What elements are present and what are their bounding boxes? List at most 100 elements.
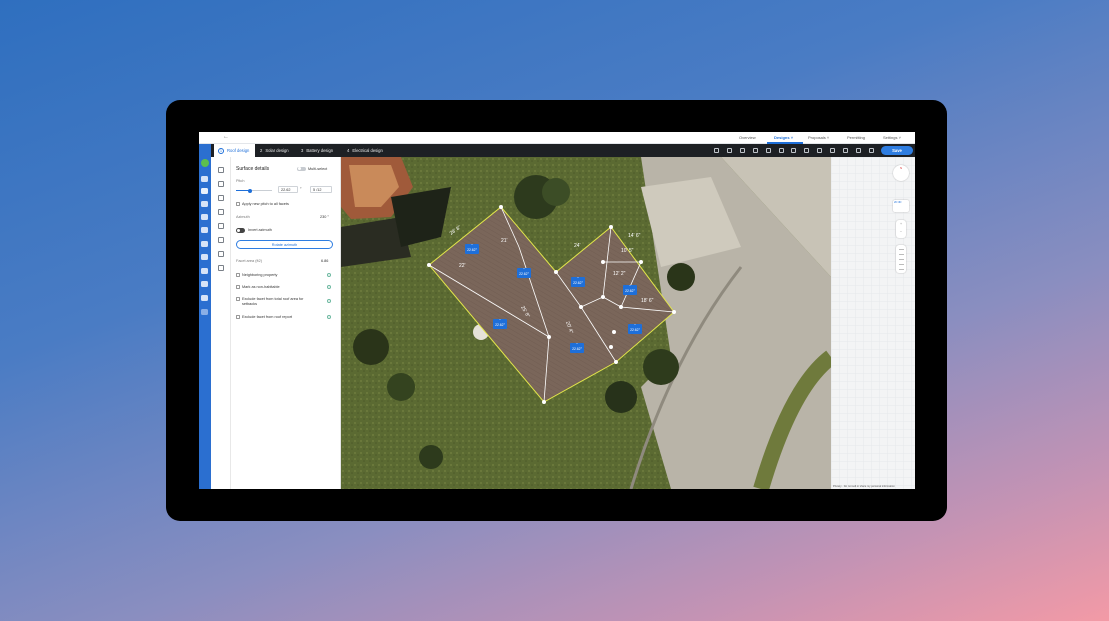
circle-icon[interactable] (218, 237, 224, 243)
facet-pitch-badge[interactable]: 22.62° (570, 340, 584, 353)
dashboard-icon[interactable] (201, 176, 208, 182)
edge-label: 14' 6" (628, 233, 641, 239)
view-3d[interactable]: 3D (898, 201, 901, 204)
level-line (898, 259, 904, 260)
apply-pitch-checkbox[interactable] (236, 202, 240, 206)
info-icon[interactable] (327, 285, 331, 289)
multiselect-label: Multi-select (308, 166, 328, 171)
nav-settings[interactable]: Settings ˅ (883, 135, 901, 140)
view-mode-toggle[interactable]: 2D 3D (893, 200, 909, 212)
neighboring-property-checkbox[interactable] (236, 273, 240, 277)
step-number: 2 (260, 148, 263, 153)
avatar[interactable] (200, 159, 209, 167)
map-attribution[interactable]: Privacy · Do not sell or share my person… (833, 485, 895, 488)
target-icon[interactable] (739, 148, 745, 153)
chart-icon[interactable] (201, 227, 208, 233)
info-icon[interactable] (327, 315, 331, 319)
camera-icon[interactable] (804, 148, 810, 153)
pitch-label: Pitch (236, 179, 245, 183)
exclude-report-checkbox[interactable] (236, 315, 240, 319)
ruler-icon[interactable] (830, 148, 836, 153)
files-icon[interactable] (201, 254, 208, 260)
nav-designs[interactable]: Designs ˅ (774, 135, 793, 140)
zoom-in-button[interactable]: + (896, 220, 906, 228)
step-label: Roof design (227, 148, 250, 153)
projects-icon[interactable] (201, 188, 208, 194)
pitch-degrees-input[interactable]: 22.62 (278, 186, 298, 193)
edge-label: 12' 2" (613, 271, 626, 277)
rotate-azimuth-button[interactable]: Rotate azimuth (236, 240, 333, 249)
zoom-out-button[interactable]: − (896, 228, 906, 236)
azimuth-value[interactable]: 230 ° (320, 215, 329, 219)
step-label: Electrical design (352, 148, 383, 153)
nav-permitting[interactable]: Permitting (847, 135, 865, 140)
facet-pitch-badge[interactable]: 22.62° (517, 265, 531, 278)
edge-label: 24' (574, 243, 581, 249)
users-icon[interactable] (201, 214, 208, 220)
redo-icon[interactable] (778, 148, 784, 153)
delete-icon[interactable] (791, 148, 797, 153)
polygon-icon[interactable] (218, 181, 224, 187)
nav-settings-label: Settings (883, 135, 898, 140)
tree-icon[interactable] (218, 251, 224, 257)
nav-overview[interactable]: Overview (739, 135, 756, 140)
app-window: ← Overview Designs ˅ Proposals ˅ Permitt… (199, 132, 915, 489)
step-number: 3 (301, 148, 304, 153)
facet-pitch-badge[interactable]: 22.62° (628, 321, 642, 334)
chevron-down-icon: ˅ (790, 135, 794, 140)
facet-pitch-badge[interactable]: 22.62° (465, 241, 479, 254)
facet-pitch-badge[interactable]: 22.62° (571, 274, 585, 287)
grid-icon[interactable] (868, 148, 874, 153)
calendar-icon[interactable] (201, 201, 208, 207)
move-icon[interactable] (726, 148, 732, 153)
pitch-ratio-input[interactable]: 5 /12 (310, 186, 332, 193)
split-icon[interactable] (218, 209, 224, 215)
aerial-map[interactable]: 28' 8" 22' 21' 24' 14' 6" 12' 2" 18' 6" … (341, 157, 831, 489)
view-2d[interactable]: 2D (894, 201, 897, 204)
edge-label: 18' 6" (641, 298, 654, 304)
pitch-slider[interactable] (236, 188, 272, 193)
step-battery-design[interactable]: 3 Battery design (301, 148, 333, 153)
step-solar-design[interactable]: 2 Solar design (260, 148, 289, 153)
report-icon[interactable] (201, 281, 208, 287)
info-icon[interactable] (327, 299, 331, 303)
more-icon[interactable] (201, 309, 208, 315)
invert-azimuth-toggle[interactable] (236, 228, 245, 233)
pencil-icon[interactable] (218, 167, 224, 173)
option-label: Exclude facet from roof report (242, 315, 293, 319)
layer-levels-control[interactable] (896, 245, 906, 273)
facet-pitch-badge[interactable]: 22.62° (623, 282, 637, 295)
compass-control[interactable]: N (893, 165, 909, 181)
multiselect-toggle[interactable] (297, 166, 306, 171)
rectangle-icon[interactable] (218, 195, 224, 201)
step-label: Battery design (306, 148, 334, 153)
save-button[interactable]: Save (881, 146, 913, 155)
layers-icon[interactable] (714, 148, 719, 153)
document-icon[interactable] (201, 241, 208, 247)
edge-label: 10' 5" (621, 248, 634, 254)
exclude-setbacks-checkbox[interactable] (236, 297, 240, 301)
chat-icon[interactable] (817, 148, 823, 153)
step-label: Solar design (265, 148, 289, 153)
facet-area-label: Facet area (ft2) (236, 259, 262, 263)
obstruction-icon[interactable] (218, 223, 224, 229)
canvas-controls-area: N 2D 3D + − Privacy · Do not sell or sha… (831, 157, 915, 489)
step-roof-design[interactable]: 1 Roof design (214, 144, 256, 157)
pitch-slider-thumb[interactable] (247, 188, 252, 193)
inbox-icon[interactable] (201, 268, 208, 274)
non-habitable-checkbox[interactable] (236, 285, 240, 289)
settings-icon[interactable] (201, 295, 208, 301)
undo-icon[interactable] (765, 148, 771, 153)
zoom-control: + − (896, 220, 906, 238)
step-electrical-design[interactable]: 4 Electrical design (347, 148, 383, 153)
download-icon[interactable] (843, 148, 848, 153)
nav-proposals[interactable]: Proposals ˅ (808, 135, 829, 140)
monitor-icon[interactable] (218, 265, 224, 271)
eye-icon[interactable] (752, 148, 758, 153)
invert-azimuth-label: Invert azimuth (248, 228, 272, 232)
level-line (898, 249, 904, 250)
facet-pitch-badge[interactable]: 22.62° (493, 316, 507, 329)
back-arrow-icon[interactable]: ← (223, 134, 229, 140)
info-icon[interactable] (327, 273, 331, 277)
keyboard-icon[interactable] (855, 148, 861, 153)
